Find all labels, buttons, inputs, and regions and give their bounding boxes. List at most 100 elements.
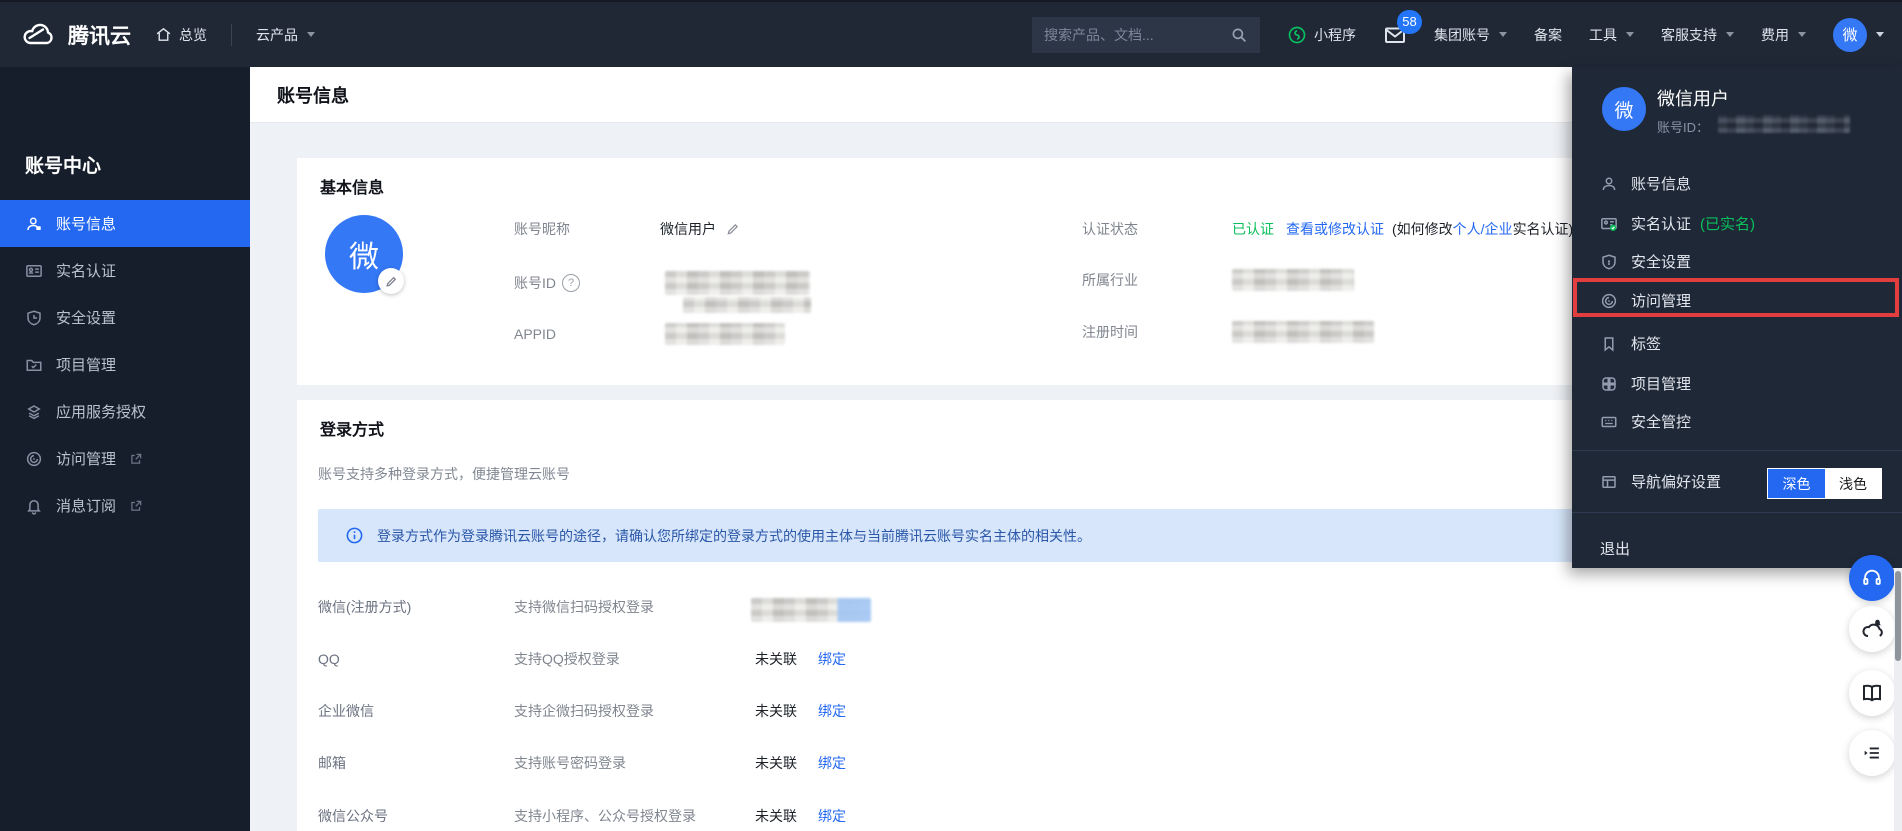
login-method-name: 企业微信 xyxy=(318,701,374,721)
auth-help-prefix: (如何修改 xyxy=(1392,221,1453,237)
login-method-status: 未关联 xyxy=(755,806,797,826)
external-link-icon xyxy=(129,499,143,513)
nav-billing[interactable]: 费用 xyxy=(1761,25,1806,45)
panel-item-tags[interactable]: 标签 xyxy=(1572,324,1902,363)
login-method-desc: 支持账号密码登录 xyxy=(514,753,626,773)
sidebar-item-app-service-authorization[interactable]: 应用服务授权 xyxy=(0,388,250,435)
cloud-logo-icon xyxy=(22,22,56,48)
register-time-label: 注册时间 xyxy=(1082,322,1138,342)
scrollbar-thumb[interactable] xyxy=(1895,571,1901,661)
headset-icon xyxy=(1861,567,1883,589)
theme-light-button[interactable]: 浅色 xyxy=(1825,469,1881,498)
theme-toggle: 深色 浅色 xyxy=(1767,468,1882,499)
nav-beian[interactable]: 备案 xyxy=(1534,25,1562,45)
theme-dark-button[interactable]: 深色 xyxy=(1768,469,1825,498)
id-card-check-icon xyxy=(1600,215,1618,233)
sidebar-item-message-subscription[interactable]: 消息订阅 xyxy=(0,482,250,529)
chevron-down-icon xyxy=(1876,32,1884,37)
login-method-status: 未关联 xyxy=(755,753,797,773)
search-icon xyxy=(1230,26,1248,44)
industry-redacted xyxy=(1232,269,1354,291)
avatar[interactable]: 微 xyxy=(1833,18,1867,52)
panel-avatar: 微 xyxy=(1602,87,1646,131)
layout-icon xyxy=(1600,473,1618,491)
bookmark-icon xyxy=(1600,335,1618,353)
feedback-fab[interactable] xyxy=(1849,730,1895,776)
list-arrow-icon xyxy=(1861,742,1883,764)
layers-icon xyxy=(25,403,43,421)
panel-account-id-redacted xyxy=(1718,115,1850,133)
chevron-down-icon xyxy=(1499,32,1507,37)
help-icon[interactable]: ? xyxy=(562,274,580,292)
login-method-desc: 支持微信扫码授权登录 xyxy=(514,597,654,617)
topbar-divider xyxy=(231,24,232,46)
nickname-label: 账号昵称 xyxy=(514,219,570,239)
view-modify-auth-link[interactable]: 查看或修改认证 xyxy=(1286,219,1384,239)
login-methods-subtitle: 账号支持多种登录方式，便捷管理云账号 xyxy=(318,464,570,484)
user-dropdown-panel: 微 微信用户 账号ID： 账号信息 实名认证 (已实名) 安全设置 访问管理 标… xyxy=(1572,67,1902,568)
panel-item-project-management[interactable]: 项目管理 xyxy=(1572,364,1902,403)
panel-item-identity-verification[interactable]: 实名认证 (已实名) xyxy=(1572,204,1902,243)
sidebar-item-access-management[interactable]: 访问管理 xyxy=(0,435,250,482)
open-book-icon xyxy=(1860,681,1884,705)
user-icon xyxy=(1600,175,1618,193)
panel-item-security-control[interactable]: 安全管控 xyxy=(1572,402,1902,441)
panel-divider xyxy=(1572,450,1902,451)
account-id-redacted xyxy=(665,271,811,313)
sidebar: 账号中心 账号信息 实名认证 安全设置 项目管理 应用服务授权 xyxy=(0,67,250,831)
mini-program-icon xyxy=(1287,25,1307,45)
login-method-desc: 支持QQ授权登录 xyxy=(514,649,620,669)
nav-messages[interactable]: 58 xyxy=(1383,23,1407,47)
login-method-status: 未关联 xyxy=(755,649,797,669)
tencent-cloud-console: 腾讯云 总览 云产品 搜索产品、文档... xyxy=(0,0,1902,831)
wechat-account-redacted xyxy=(751,598,871,622)
highlight-box-access-management xyxy=(1573,278,1899,317)
search-input[interactable]: 搜索产品、文档... xyxy=(1032,17,1260,53)
bind-link[interactable]: 绑定 xyxy=(818,701,846,721)
panel-item-security-settings[interactable]: 安全设置 xyxy=(1572,242,1902,281)
sidebar-item-identity-verification[interactable]: 实名认证 xyxy=(0,247,250,294)
nav-tools[interactable]: 工具 xyxy=(1589,25,1634,45)
user-icon xyxy=(25,215,43,233)
panel-account-id-label: 账号ID： xyxy=(1657,117,1709,136)
auth-status-label: 认证状态 xyxy=(1082,219,1138,239)
chevron-down-icon xyxy=(1798,32,1806,37)
sidebar-item-security-settings[interactable]: 安全设置 xyxy=(0,294,250,341)
sidebar-title: 账号中心 xyxy=(25,151,101,178)
account-id-label: 账号ID xyxy=(514,273,556,293)
info-banner-text: 登录方式作为登录腾讯云账号的途径，请确认您所绑定的登录方式的使用主体与当前腾讯云… xyxy=(377,526,1091,546)
nav-overview[interactable]: 总览 xyxy=(155,25,207,45)
industry-label: 所属行业 xyxy=(1082,270,1138,290)
home-icon xyxy=(155,26,172,43)
user-avatar-menu[interactable]: 微 xyxy=(1833,18,1884,52)
bind-link[interactable]: 绑定 xyxy=(818,806,846,826)
sidebar-item-project-management[interactable]: 项目管理 xyxy=(0,341,250,388)
sidebar-menu: 账号信息 实名认证 安全设置 项目管理 应用服务授权 访问管理 xyxy=(0,200,250,529)
bind-link[interactable]: 绑定 xyxy=(818,649,846,669)
logout-button[interactable]: 退出 xyxy=(1572,529,1902,568)
nav-group-account[interactable]: 集团账号 xyxy=(1434,25,1507,45)
page-title: 账号信息 xyxy=(277,82,349,108)
brand-logo[interactable]: 腾讯云 xyxy=(22,20,131,50)
top-navbar: 腾讯云 总览 云产品 搜索产品、文档... xyxy=(0,0,1902,67)
nav-cloud-products[interactable]: 云产品 xyxy=(256,25,315,45)
bind-link[interactable]: 绑定 xyxy=(818,753,846,773)
edit-nickname-icon[interactable] xyxy=(726,222,740,236)
nav-support[interactable]: 客服支持 xyxy=(1661,25,1734,45)
edit-avatar-button[interactable] xyxy=(378,268,404,294)
auth-help-links[interactable]: 个人/企业 xyxy=(1453,221,1513,237)
docs-fab[interactable] xyxy=(1849,670,1895,716)
appid-redacted xyxy=(665,323,785,345)
pinwheel-grid-icon xyxy=(1600,375,1618,393)
panel-item-account-info[interactable]: 账号信息 xyxy=(1572,164,1902,203)
brand-name: 腾讯云 xyxy=(68,20,131,50)
chevron-down-icon xyxy=(1726,32,1734,37)
id-card-icon xyxy=(25,262,43,280)
cloud-assistant-fab[interactable] xyxy=(1849,606,1895,652)
sidebar-item-account-info[interactable]: 账号信息 xyxy=(0,200,250,247)
customer-service-fab[interactable] xyxy=(1849,555,1895,601)
bell-icon xyxy=(25,497,43,515)
nav-mini-program[interactable]: 小程序 xyxy=(1287,25,1356,45)
chevron-down-icon xyxy=(1626,32,1634,37)
login-methods-title: 登录方式 xyxy=(320,416,384,440)
